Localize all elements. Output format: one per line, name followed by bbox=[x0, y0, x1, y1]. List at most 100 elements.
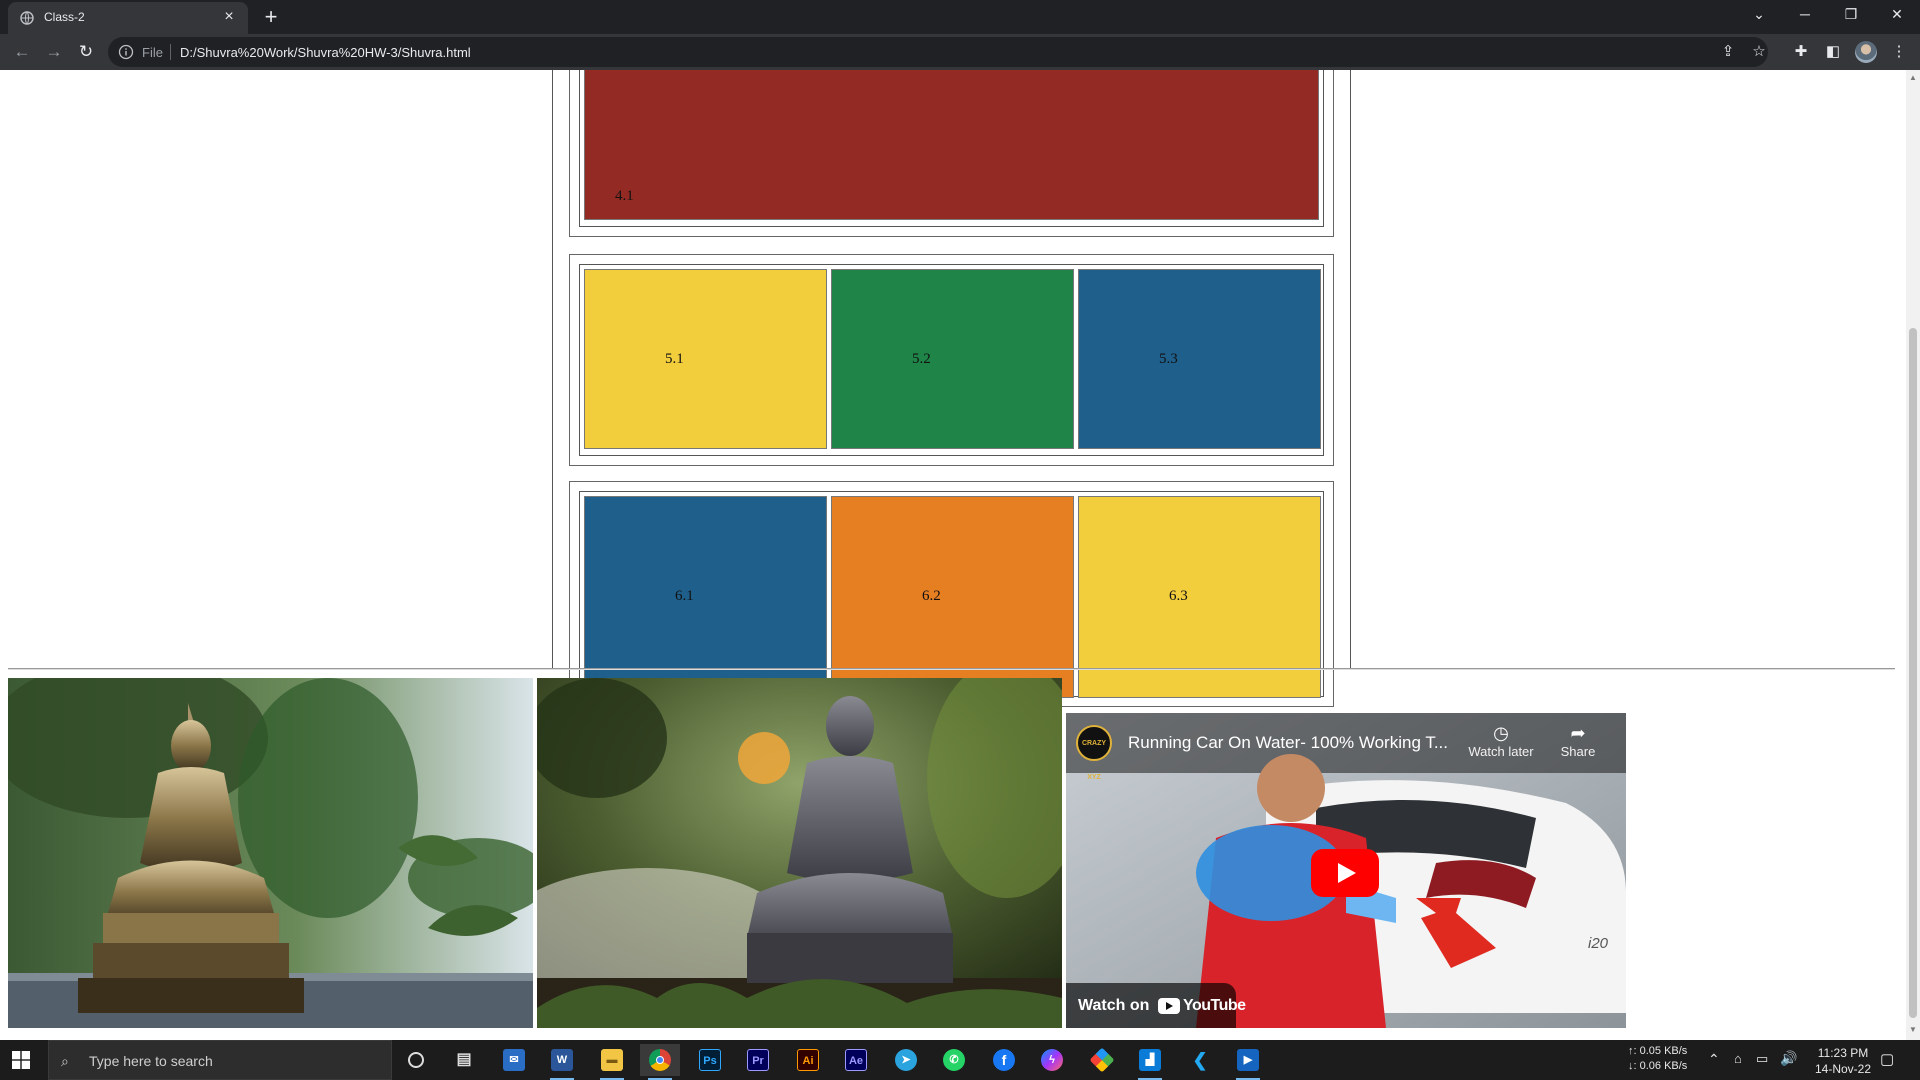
close-window-icon[interactable]: ✕ bbox=[1874, 0, 1920, 30]
cell-label: 6.1 bbox=[675, 588, 694, 604]
taskbar-search-box[interactable]: ⌕ Type here to search bbox=[48, 1040, 392, 1080]
after-effects-icon[interactable]: Ae bbox=[836, 1044, 876, 1076]
share-page-icon[interactable]: ⇪ bbox=[1717, 41, 1739, 63]
page-scrollbar[interactable]: ▲ ▼ bbox=[1906, 70, 1920, 1040]
photoshop-icon[interactable]: Ps bbox=[690, 1044, 730, 1076]
youtube-wordmark: YouTube bbox=[1183, 997, 1246, 1014]
globe-icon bbox=[20, 11, 34, 25]
watch-later-button[interactable]: ◷ Watch later bbox=[1461, 723, 1541, 759]
network-speed: ↑: 0.05 KB/s ↓: 0.06 KB/s bbox=[1628, 1044, 1687, 1080]
watch-later-label: Watch later bbox=[1468, 744, 1534, 759]
cell-label: 4.1 bbox=[615, 188, 634, 204]
app-diamond-icon[interactable] bbox=[1082, 1044, 1122, 1076]
vscode-icon[interactable]: ❮ bbox=[1180, 1044, 1220, 1076]
browser-tab[interactable]: Class-2 × bbox=[8, 2, 248, 34]
tab-search-icon[interactable]: ⌄ bbox=[1736, 0, 1782, 30]
url-scheme-label: File bbox=[142, 45, 163, 60]
buddha-photo-1 bbox=[8, 678, 533, 1028]
bookmark-star-icon[interactable]: ☆ bbox=[1748, 41, 1770, 63]
row-4-group: 4.1 bbox=[569, 70, 1334, 237]
illustrator-icon[interactable]: Ai bbox=[788, 1044, 828, 1076]
share-label: Share bbox=[1560, 744, 1596, 759]
premiere-icon[interactable]: Pr bbox=[738, 1044, 778, 1076]
search-placeholder: Type here to search bbox=[89, 1053, 213, 1069]
tab-close-icon[interactable]: × bbox=[220, 8, 238, 26]
forward-icon[interactable]: → bbox=[42, 40, 66, 64]
play-button[interactable] bbox=[1311, 849, 1379, 897]
profile-avatar[interactable] bbox=[1855, 41, 1877, 63]
notification-center-icon[interactable]: ▢ bbox=[1880, 1050, 1894, 1080]
share-arrow-icon: ➦ bbox=[1570, 723, 1586, 743]
tray-chevron-icon[interactable]: ⌃ bbox=[1708, 1051, 1720, 1080]
minimize-icon[interactable]: ─ bbox=[1782, 0, 1828, 30]
task-view-icon[interactable]: ▤ bbox=[444, 1044, 484, 1076]
share-button[interactable]: ➦ Share bbox=[1548, 723, 1608, 759]
reload-icon[interactable]: ↻ bbox=[74, 40, 98, 64]
side-panel-icon[interactable]: ◧ bbox=[1822, 41, 1844, 63]
windows-start-icon[interactable] bbox=[12, 1051, 30, 1069]
info-icon[interactable] bbox=[118, 44, 134, 60]
facebook-icon[interactable]: f bbox=[984, 1044, 1024, 1076]
telegram-icon[interactable]: ➤ bbox=[886, 1044, 926, 1076]
new-tab-button[interactable]: + bbox=[258, 4, 284, 30]
channel-logo[interactable]: CRAZY XYZ bbox=[1076, 725, 1112, 781]
tab-strip: Class-2 × + ⌄ ─ ❐ ✕ bbox=[0, 0, 1920, 34]
watch-on-label: Watch on bbox=[1078, 997, 1150, 1014]
chrome-icon[interactable] bbox=[640, 1044, 680, 1080]
cortana-icon[interactable] bbox=[396, 1044, 436, 1076]
app-blue-window-icon[interactable]: ▟ bbox=[1130, 1044, 1170, 1080]
scroll-up-icon[interactable]: ▲ bbox=[1909, 74, 1917, 82]
row-5-inner: 5.1 5.2 5.3 bbox=[579, 264, 1324, 456]
media-player-icon[interactable]: ▶ bbox=[1228, 1044, 1268, 1080]
cell-label: 6.2 bbox=[922, 588, 941, 604]
meet-now-icon[interactable]: ⌂ bbox=[1734, 1051, 1742, 1080]
url-text[interactable]: D:/Shuvra%20Work/Shuvra%20HW-3/Shuvra.ht… bbox=[180, 45, 471, 60]
layout-table: 4.1 5.1 5.2 5.3 6.1 6.2 6.3 bbox=[552, 70, 1351, 707]
omnibox-divider bbox=[170, 44, 171, 60]
page-viewport: 4.1 5.1 5.2 5.3 6.1 6.2 6.3 CRAZY XYZ Ru… bbox=[0, 70, 1906, 1040]
play-icon bbox=[1338, 863, 1356, 883]
tab-title: Class-2 bbox=[44, 10, 85, 24]
buddha-photo-2 bbox=[537, 678, 1062, 1028]
search-icon: ⌕ bbox=[61, 1053, 69, 1069]
clock-time: 11:23 PM bbox=[1817, 1046, 1869, 1060]
address-bar[interactable]: File D:/Shuvra%20Work/Shuvra%20HW-3/Shuv… bbox=[108, 37, 1768, 67]
cell-label: 5.2 bbox=[912, 351, 931, 367]
scroll-down-icon[interactable]: ▼ bbox=[1909, 1026, 1917, 1034]
horizontal-rule bbox=[8, 668, 1895, 670]
cell-label: 5.3 bbox=[1159, 351, 1178, 367]
mail-icon[interactable]: ✉ bbox=[494, 1044, 534, 1076]
youtube-embed[interactable]: CRAZY XYZ Running Car On Water- 100% Wor… bbox=[1066, 713, 1626, 1028]
file-explorer-icon[interactable]: ▬ bbox=[592, 1044, 632, 1080]
video-title[interactable]: Running Car On Water- 100% Working T... bbox=[1128, 733, 1458, 753]
youtube-logo-icon bbox=[1158, 998, 1180, 1014]
row-5-group: 5.1 5.2 5.3 bbox=[569, 254, 1334, 466]
cell-5-1: 5.1 bbox=[584, 269, 827, 449]
row-4-inner: 4.1 bbox=[579, 70, 1324, 227]
clock-date: 14-Nov-22 bbox=[1814, 1062, 1872, 1076]
network-down: ↓: 0.06 KB/s bbox=[1628, 1060, 1688, 1072]
word-icon[interactable]: W bbox=[542, 1044, 582, 1080]
whatsapp-icon[interactable]: ✆ bbox=[934, 1044, 974, 1076]
network-up: ↑: 0.05 KB/s bbox=[1628, 1045, 1688, 1057]
cell-5-2: 5.2 bbox=[831, 269, 1074, 449]
clock-icon: ◷ bbox=[1493, 723, 1509, 743]
menu-kebab-icon[interactable]: ⋮ bbox=[1888, 41, 1910, 63]
windows-taskbar: ⌕ Type here to search ▤ ✉ W ▬ Ps Pr Ai A… bbox=[0, 1040, 1920, 1080]
volume-icon[interactable]: 🔊 bbox=[1780, 1050, 1797, 1080]
network-icon[interactable]: ▭ bbox=[1756, 1051, 1768, 1080]
cell-label: 5.1 bbox=[665, 351, 684, 367]
clock[interactable]: 11:23 PM 14-Nov-22 bbox=[1806, 1045, 1880, 1080]
scrollbar-thumb[interactable] bbox=[1909, 328, 1917, 1018]
extensions-icon[interactable]: ✚ bbox=[1790, 41, 1812, 63]
messenger-icon[interactable]: ϟ bbox=[1032, 1044, 1072, 1076]
cell-5-3: 5.3 bbox=[1078, 269, 1321, 449]
row-6-group: 6.1 6.2 6.3 bbox=[569, 481, 1334, 707]
row-6-inner: 6.1 6.2 6.3 bbox=[579, 491, 1324, 698]
cell-label: 6.3 bbox=[1169, 588, 1188, 604]
restore-icon[interactable]: ❐ bbox=[1828, 0, 1874, 30]
watch-on-youtube-button[interactable]: Watch on YouTube bbox=[1066, 983, 1246, 1028]
back-icon[interactable]: ← bbox=[10, 40, 34, 64]
car-badge: i20 bbox=[1588, 935, 1609, 952]
cell-4-1: 4.1 bbox=[584, 70, 1319, 220]
